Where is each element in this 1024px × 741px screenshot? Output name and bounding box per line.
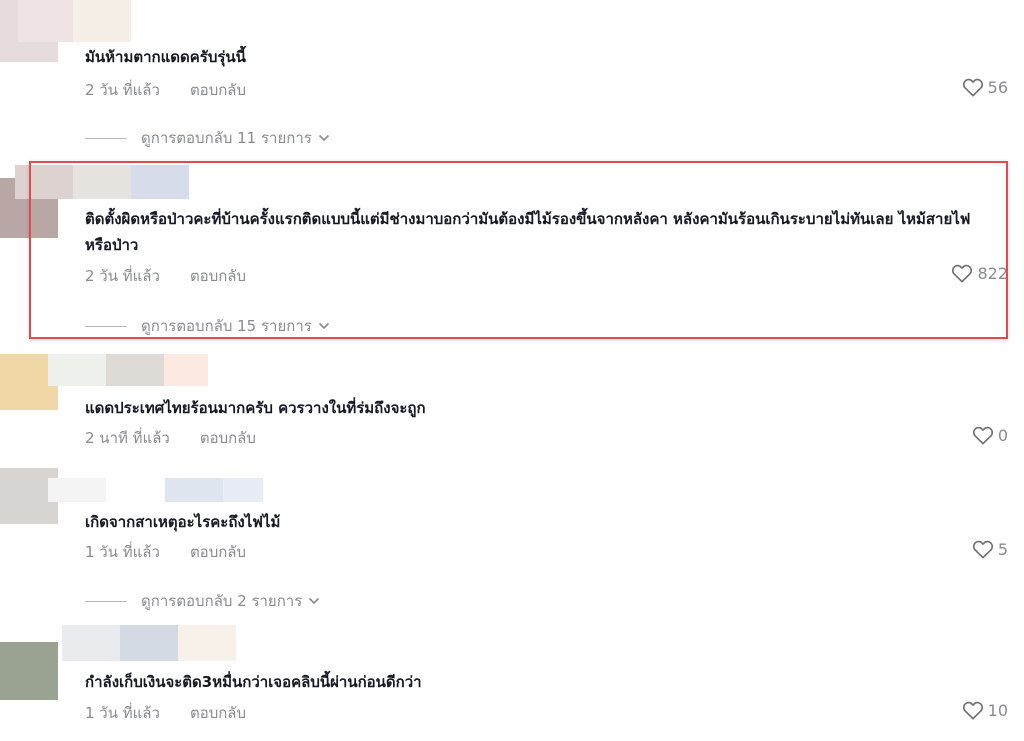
view-replies-label: ดูการตอบกลับ 2 รายการ xyxy=(141,592,303,610)
like-button[interactable]: 0 xyxy=(972,425,1008,445)
comment-text: กำลังเก็บเงินจะติด3หมื่นกว่าเจอคลิบนี้ผ่… xyxy=(85,673,422,691)
divider-line xyxy=(85,600,127,602)
avatar[interactable] xyxy=(0,642,58,700)
username-blurred[interactable] xyxy=(18,0,73,42)
reply-button[interactable]: ตอบกลับ xyxy=(200,426,256,450)
view-replies-label: ดูการตอบกลับ 11 รายการ xyxy=(141,129,312,147)
comment-meta: 1 วัน ที่แล้ว ตอบกลับ xyxy=(85,540,246,564)
chevron-down-icon xyxy=(318,134,329,142)
comment-text: เกิดจากสาเหตุอะไรคะถึงไฟไม้ xyxy=(85,513,281,531)
reply-button[interactable]: ตอบกลับ xyxy=(190,701,246,725)
like-count: 0 xyxy=(997,425,1008,445)
heart-outline-icon[interactable] xyxy=(962,700,984,720)
reply-button[interactable]: ตอบกลับ xyxy=(190,540,246,564)
like-button[interactable]: 56 xyxy=(962,77,1008,97)
comment-time: 2 วัน ที่แล้ว xyxy=(85,81,160,99)
username-blurred[interactable] xyxy=(164,354,208,386)
comment-text: มันห้ามตากแดดครับรุ่นนี้ xyxy=(85,48,246,66)
comment-time: 2 นาที ที่แล้ว xyxy=(85,429,170,447)
username-blurred[interactable] xyxy=(120,625,178,661)
comment-time: 1 วัน ที่แล้ว xyxy=(85,704,160,722)
username-blurred[interactable] xyxy=(178,625,236,661)
comment-meta: 2 นาที ที่แล้ว ตอบกลับ xyxy=(85,426,256,450)
like-button[interactable]: 5 xyxy=(972,539,1008,559)
divider-line xyxy=(85,137,127,139)
heart-outline-icon[interactable] xyxy=(972,539,994,559)
username-blurred[interactable] xyxy=(48,354,106,386)
like-count: 5 xyxy=(997,539,1008,559)
heart-outline-icon[interactable] xyxy=(962,77,984,97)
comment-text: แดดประเทศไทยร้อนมากครับ ควรวางในที่ร่มถึ… xyxy=(85,399,426,417)
reply-button[interactable]: ตอบกลับ xyxy=(190,78,246,102)
username-blurred[interactable] xyxy=(165,478,223,502)
chevron-down-icon xyxy=(309,597,320,605)
highlight-box xyxy=(29,161,1008,339)
view-replies-button[interactable]: ดูการตอบกลับ 2 รายการ xyxy=(85,589,320,613)
like-count: 10 xyxy=(987,700,1008,720)
view-replies-button[interactable]: ดูการตอบกลับ 11 รายการ xyxy=(85,126,330,150)
comment-meta: 2 วัน ที่แล้ว ตอบกลับ xyxy=(85,78,246,102)
username-blurred[interactable] xyxy=(73,0,131,42)
username-blurred[interactable] xyxy=(223,478,263,502)
username-blurred[interactable] xyxy=(106,354,164,386)
heart-outline-icon[interactable] xyxy=(972,425,994,445)
like-button[interactable]: 10 xyxy=(962,700,1008,720)
username-blurred[interactable] xyxy=(48,478,106,502)
comment-time: 1 วัน ที่แล้ว xyxy=(85,543,160,561)
comment-meta: 1 วัน ที่แล้ว ตอบกลับ xyxy=(85,701,246,725)
like-count: 56 xyxy=(987,77,1008,97)
username-blurred[interactable] xyxy=(62,625,120,661)
